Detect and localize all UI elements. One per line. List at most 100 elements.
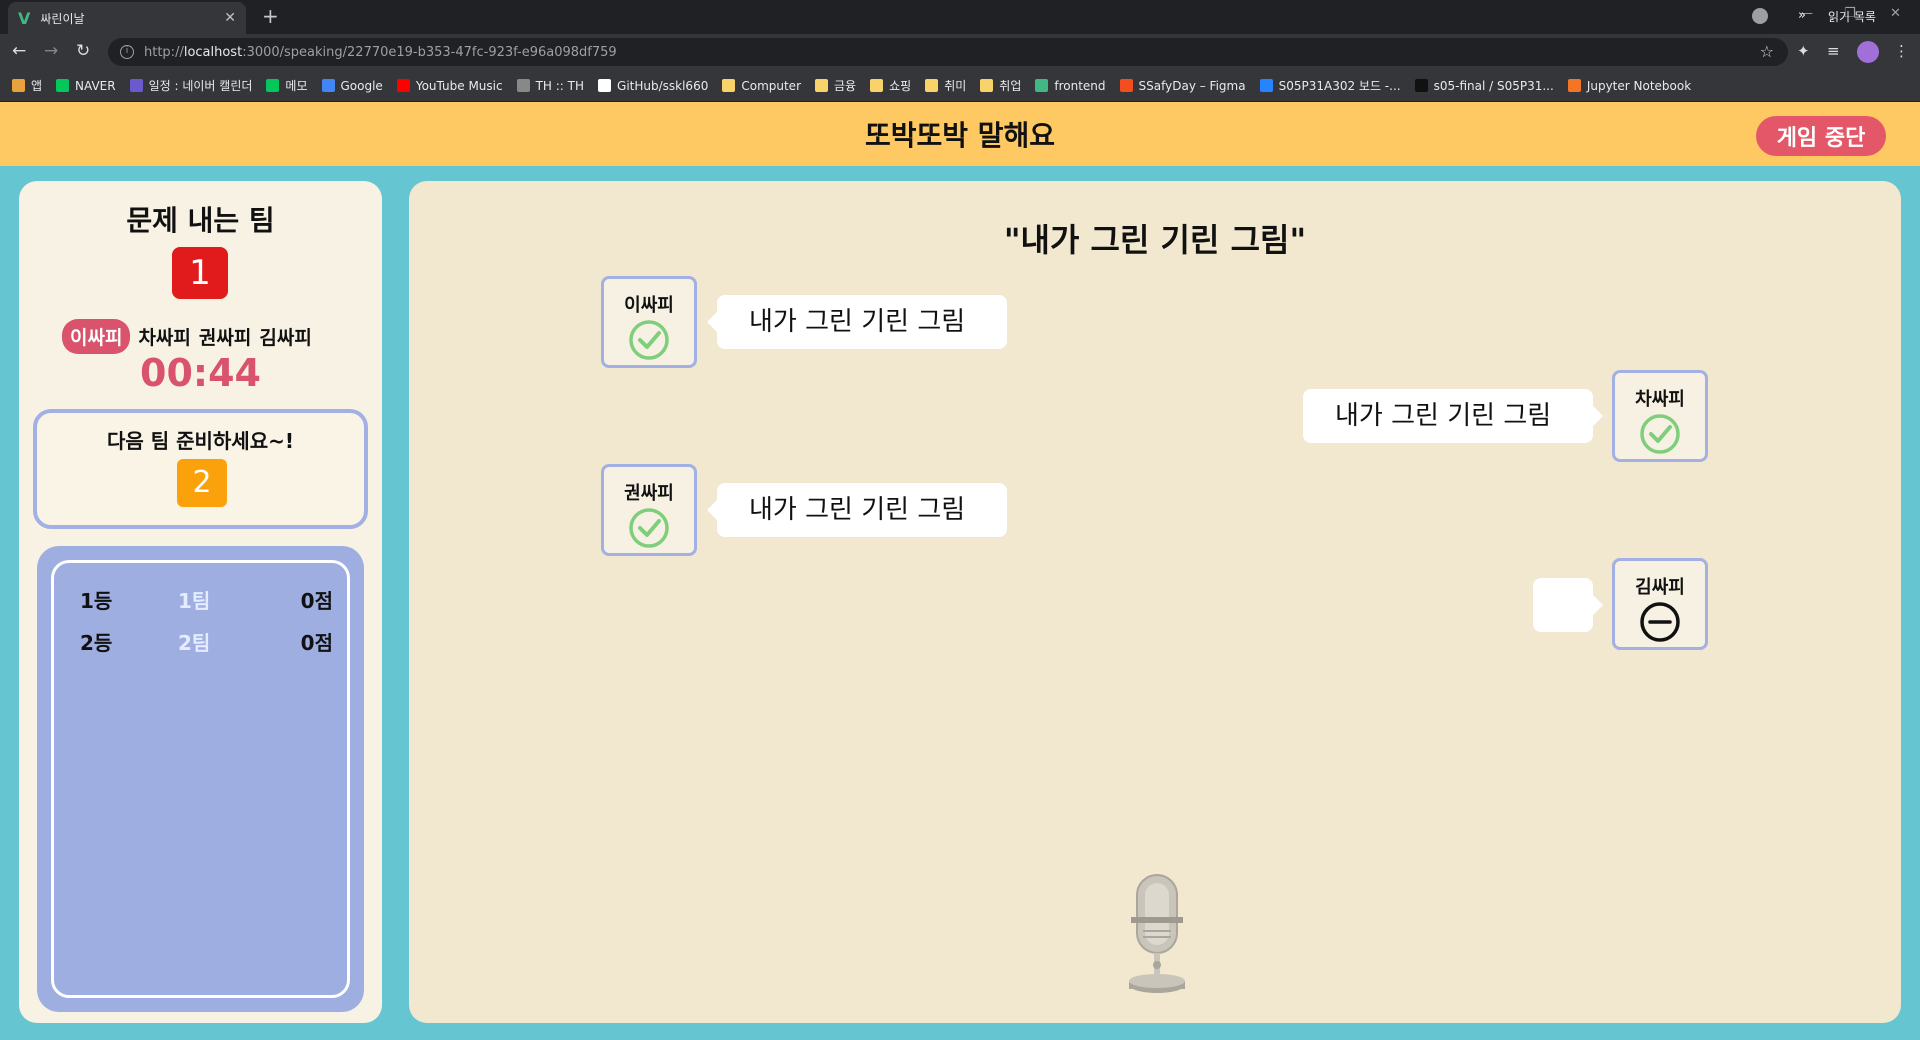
close-window-icon[interactable]: ✕ [1890, 6, 1901, 21]
bookmark-item[interactable]: frontend [1035, 78, 1106, 93]
bookmark-label: 메모 [285, 79, 308, 93]
bookmark-favicon-icon [56, 79, 70, 92]
player-card-name: 이싸피 [624, 295, 674, 316]
back-icon[interactable]: ← [12, 41, 26, 61]
team-panel: 문제 내는 팀 1 이싸피 차싸피 권싸피 김싸피 00:44 다음 팀 준비하… [19, 181, 382, 1023]
browser-tab[interactable]: V 싸린이날 ✕ [8, 2, 246, 34]
bookmark-label: 금융 [834, 79, 857, 93]
address-bar[interactable]: i http://localhost:3000/speaking/22770e1… [108, 38, 1788, 66]
url-scheme: http:// [144, 44, 184, 60]
microphone-icon[interactable] [1125, 873, 1189, 997]
bookmark-label: s05-final / S05P31... [1433, 78, 1554, 93]
bookmark-item[interactable]: Google [321, 78, 383, 93]
bookmark-item[interactable]: TH :: TH [516, 78, 585, 93]
player-name: 이싸피 [62, 319, 131, 354]
bookmark-item[interactable]: 취업 [980, 77, 1021, 94]
close-tab-icon[interactable]: ✕ [224, 10, 236, 26]
bookmark-label: 쇼핑 [889, 79, 912, 93]
timer: 00:44 [140, 351, 261, 395]
tab-title: 싸린이날 [40, 11, 85, 26]
bookmark-item[interactable]: s05-final / S05P31... [1414, 78, 1554, 93]
bookmark-item[interactable]: 일정 : 네이버 캘린더 [129, 77, 252, 94]
bookmark-favicon-icon [321, 79, 335, 92]
bookmark-favicon-icon [1035, 79, 1049, 92]
player-name: 권싸피 [198, 327, 252, 349]
bookmark-item[interactable]: Computer [722, 79, 801, 93]
bookmark-favicon-icon [1567, 79, 1581, 92]
check-icon [629, 320, 669, 360]
player-name: 김싸피 [259, 327, 312, 349]
bookmark-label: TH :: TH [535, 78, 585, 93]
bookmark-item[interactable]: 쇼핑 [870, 77, 911, 94]
bookmark-favicon-icon [12, 79, 25, 92]
player-card-name: 김싸피 [1635, 577, 1685, 598]
extensions-icon[interactable]: ✦ [1797, 42, 1810, 60]
tab-search-icon[interactable] [1752, 8, 1768, 24]
bookmark-label: 취업 [999, 79, 1022, 93]
bookmark-item[interactable]: S05P31A302 보드 -... [1259, 77, 1401, 94]
scoreboard: 1등 1팀 0점 2등 2팀 0점 [37, 546, 364, 1012]
url-path: :3000/speaking/22770e19-b353-47fc-923f-e… [242, 44, 617, 60]
bookmark-favicon-icon [815, 79, 828, 92]
next-team-badge: 2 [177, 459, 227, 507]
menu-icon[interactable]: ⋮ [1894, 42, 1909, 60]
score-rank: 1등 [80, 589, 113, 613]
score-row: 1등 1팀 0점 [54, 585, 347, 615]
media-icon[interactable]: ≡ [1827, 42, 1840, 60]
bookmark-favicon-icon [129, 79, 143, 92]
bookmark-item[interactable]: GitHub/sskl660 [598, 79, 708, 93]
bookmark-label: Jupyter Notebook [1586, 78, 1692, 93]
bookmark-favicon-icon [870, 79, 884, 92]
bookmark-favicon-icon [266, 79, 280, 92]
browser-tabbar: V 싸린이날 ✕ + — ❐ ✕ [0, 0, 1920, 34]
game-board: "내가 그린 기린 그림" 이싸피 내가 그린 기린 그림 차싸피 내가 그린 … [409, 181, 1901, 1023]
player-card: 이싸피 [601, 276, 697, 368]
bookmark-star-icon[interactable]: ☆ [1760, 42, 1774, 61]
bookmark-favicon-icon [516, 79, 530, 92]
target-phrase: "내가 그린 기린 그림" [1003, 221, 1307, 259]
bookmark-item[interactable]: YouTube Music [396, 79, 503, 93]
url-text: http://localhost:3000/speaking/22770e19-… [144, 45, 617, 60]
bookmark-item[interactable]: SSafyDay – Figma [1119, 78, 1246, 93]
score-points: 0점 [300, 631, 333, 655]
profile-avatar[interactable] [1857, 41, 1879, 63]
forward-icon[interactable]: → [44, 41, 58, 61]
bookmark-item[interactable]: 앱 [12, 77, 42, 94]
bookmark-label: 취미 [944, 79, 967, 93]
player-name: 차싸피 [138, 327, 191, 349]
bookmark-item[interactable]: 취미 [925, 77, 966, 94]
vue-favicon-icon: V [18, 8, 31, 28]
bookmark-item[interactable]: 메모 [266, 77, 308, 94]
new-tab-icon[interactable]: + [262, 4, 279, 28]
bookmark-favicon-icon [925, 79, 939, 92]
questioner-team-title: 문제 내는 팀 [126, 204, 275, 237]
url-host: localhost [183, 44, 243, 60]
check-icon [629, 508, 669, 548]
answer-bubble: 내가 그린 기린 그림 [1303, 389, 1603, 443]
site-info-icon[interactable]: i [120, 45, 134, 59]
bookmark-item[interactable]: 금융 [815, 77, 856, 94]
bookmark-item[interactable]: NAVER [56, 79, 116, 93]
answer-bubble: 내가 그린 기린 그림 [707, 483, 1007, 537]
bookmark-label: SSafyDay – Figma [1138, 78, 1246, 93]
bookmark-label: NAVER [75, 78, 116, 93]
minus-circle-icon [1640, 602, 1680, 642]
bookmark-item[interactable]: Jupyter Notebook [1567, 78, 1692, 93]
reading-list[interactable]: 읽기 목록 [1828, 8, 1876, 25]
reload-icon[interactable]: ↻ [76, 41, 90, 61]
bookmark-favicon-icon [722, 79, 736, 92]
answer-bubble: 내가 그린 기린 그림 [707, 295, 1007, 349]
app-header: 또박또박 말해요 게임 중단 [0, 102, 1920, 166]
score-row: 2등 2팀 0점 [54, 627, 347, 657]
player-card: 권싸피 [601, 464, 697, 556]
bookmark-favicon-icon [1414, 79, 1428, 92]
more-bookmarks-icon[interactable]: » [1798, 8, 1806, 23]
score-team: 2팀 [178, 631, 211, 655]
score-team: 1팀 [178, 589, 211, 613]
bookmark-label: frontend [1054, 78, 1106, 93]
player-card-name: 권싸피 [624, 483, 674, 504]
stop-game-button[interactable]: 게임 중단 [1756, 116, 1886, 156]
bookmark-label: Google [340, 78, 383, 93]
next-team-message: 다음 팀 준비하세요~! [106, 429, 294, 453]
current-team-badge: 1 [172, 247, 228, 299]
